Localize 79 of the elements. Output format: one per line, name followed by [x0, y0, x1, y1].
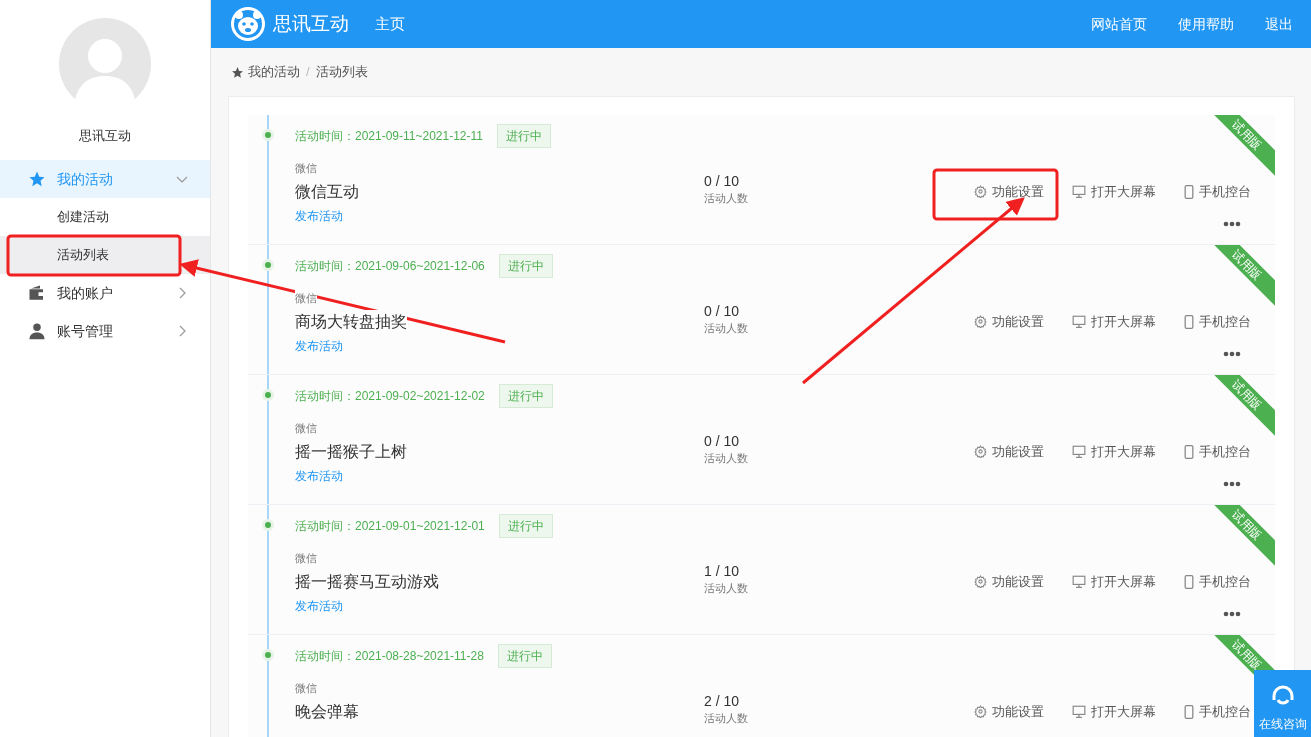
gear-icon	[974, 445, 987, 459]
platform-label: 微信	[295, 420, 317, 437]
activity-time: 活动时间：2021-09-02~2021-12-02	[295, 388, 485, 405]
action-link[interactable]: 打开大屏幕	[1072, 442, 1156, 462]
logo-icon	[230, 6, 266, 42]
action-link[interactable]: 打开大屏幕	[1072, 312, 1156, 332]
action-link[interactable]: 手机控台	[1184, 572, 1251, 592]
more-icon[interactable]	[1223, 221, 1241, 227]
platform-label: 微信	[295, 160, 317, 177]
user-name: 思讯互动	[79, 127, 131, 145]
status-tag: 进行中	[498, 514, 553, 538]
action-link[interactable]: 功能设置	[974, 182, 1044, 202]
more-icon[interactable]	[1223, 351, 1241, 357]
gear-icon	[974, 575, 987, 589]
action-link[interactable]: 功能设置	[974, 572, 1044, 592]
timeline-dot	[262, 259, 274, 271]
monitor-icon	[1072, 445, 1086, 459]
activity-time: 活动时间：2021-09-06~2021-12-06	[295, 258, 485, 275]
participant-label: 活动人数	[704, 321, 749, 336]
status-tag: 进行中	[497, 124, 551, 148]
action-link[interactable]: 打开大屏幕	[1072, 702, 1156, 722]
gear-icon	[974, 185, 987, 199]
monitor-icon	[1072, 705, 1086, 719]
timeline-dot	[262, 129, 274, 141]
timeline-dot	[262, 649, 274, 661]
submenu-item[interactable]: 创建活动	[0, 198, 210, 236]
status-tag: 进行中	[498, 384, 553, 408]
participant-label: 活动人数	[704, 581, 749, 596]
participant-count: 1 / 10	[704, 563, 741, 580]
breadcrumb-separator: /	[306, 63, 310, 82]
action-link[interactable]: 打开大屏幕	[1072, 572, 1156, 592]
participant-label: 活动人数	[704, 191, 749, 206]
platform-label: 微信	[295, 290, 317, 307]
status-tag: 进行中	[498, 254, 553, 278]
action-link[interactable]: 手机控台	[1184, 442, 1251, 462]
status-tag: 进行中	[497, 644, 552, 668]
monitor-icon	[1072, 315, 1086, 329]
action-link[interactable]: 功能设置	[974, 702, 1044, 722]
more-icon[interactable]	[1223, 611, 1241, 617]
timeline-dot	[262, 519, 274, 531]
more-icon[interactable]	[1223, 481, 1241, 487]
monitor-icon	[1072, 575, 1086, 589]
participant-count: 0 / 10	[704, 173, 741, 190]
avatar-icon	[59, 18, 151, 110]
breadcrumb-link[interactable]: 我的活动	[248, 62, 300, 82]
phone-icon	[1184, 444, 1194, 459]
user-icon	[28, 322, 46, 340]
activity-time: 活动时间：2021-09-01~2021-12-01	[295, 518, 485, 535]
menu-item[interactable]: 我的账户	[0, 274, 210, 312]
star-icon	[28, 170, 46, 188]
participant-count: 0 / 10	[704, 433, 741, 450]
breadcrumb-link[interactable]: 活动列表	[315, 62, 368, 82]
participant-count: 2 / 10	[704, 693, 741, 710]
action-link[interactable]: 功能设置	[974, 312, 1044, 332]
action-link[interactable]: 打开大屏幕	[1072, 182, 1156, 202]
action-link[interactable]: 手机控台	[1184, 312, 1251, 332]
action-link[interactable]: 手机控台	[1184, 702, 1251, 722]
phone-icon	[1184, 574, 1194, 589]
wallet-icon	[28, 285, 46, 301]
action-link[interactable]: 功能设置	[974, 442, 1044, 462]
gear-icon	[974, 705, 987, 719]
monitor-icon	[1072, 185, 1086, 199]
menu-item[interactable]: 账号管理	[0, 312, 210, 350]
gear-icon	[974, 315, 987, 329]
activity-time: 活动时间：2021-08-28~2021-11-28	[295, 648, 484, 665]
submenu-item[interactable]: 活动列表	[0, 236, 210, 274]
brand-name: 思讯互动	[273, 11, 349, 36]
participant-label: 活动人数	[704, 711, 749, 726]
activity-time: 活动时间：2021-09-11~2021-12-11	[295, 128, 483, 145]
phone-icon	[1184, 184, 1194, 199]
action-link[interactable]: 手机控台	[1184, 182, 1251, 202]
platform-label: 微信	[295, 550, 317, 567]
participant-count: 0 / 10	[704, 303, 741, 320]
timeline-dot	[262, 389, 274, 401]
participant-label: 活动人数	[704, 451, 749, 466]
home-icon	[231, 65, 244, 79]
phone-icon	[1184, 314, 1194, 329]
phone-icon	[1184, 704, 1194, 719]
platform-label: 微信	[295, 680, 317, 697]
